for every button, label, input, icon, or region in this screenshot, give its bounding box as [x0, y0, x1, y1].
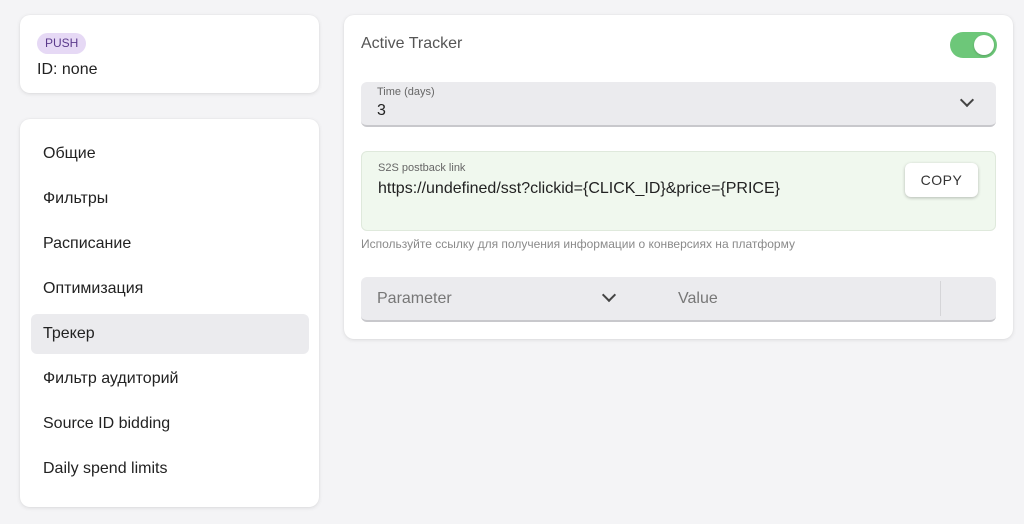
postback-link: https://undefined/sst?clickid={CLICK_ID}… — [378, 180, 780, 197]
nav-list: Общие Фильтры Расписание Оптимизация Тре… — [31, 134, 309, 494]
postback-helper-text: Используйте ссылку для получения информа… — [361, 237, 795, 251]
toggle-knob — [974, 35, 994, 55]
nav-item-general[interactable]: Общие — [31, 134, 309, 174]
campaign-id: ID: none — [37, 61, 98, 78]
push-badge: PUSH — [37, 33, 87, 54]
nav-item-source-id-bidding[interactable]: Source ID bidding — [31, 404, 309, 444]
chevron-down-icon — [959, 92, 975, 108]
chevron-down-icon — [601, 287, 617, 303]
value-input[interactable] — [661, 277, 939, 320]
copy-button[interactable]: COPY — [905, 163, 978, 197]
nav-item-filters[interactable]: Фильтры — [31, 179, 309, 219]
time-days-label: Time (days) — [377, 86, 435, 98]
nav-item-tracker[interactable]: Трекер — [31, 314, 309, 354]
parameter-row: Parameter — [361, 277, 996, 322]
postback-box: S2S postback link https://undefined/sst?… — [361, 151, 996, 231]
campaign-card: PUSH ID: none — [20, 15, 319, 93]
row-divider — [940, 281, 941, 316]
time-days-value: 3 — [377, 102, 386, 119]
postback-label: S2S postback link — [378, 162, 466, 174]
parameter-select[interactable]: Parameter — [361, 277, 631, 320]
time-days-select[interactable]: Time (days) 3 — [361, 82, 996, 127]
active-tracker-toggle[interactable] — [950, 32, 997, 58]
parameter-placeholder: Parameter — [377, 290, 452, 307]
tracker-card: Active Tracker Time (days) 3 S2S postbac… — [344, 15, 1013, 339]
nav-item-optimization[interactable]: Оптимизация — [31, 269, 309, 309]
nav-item-audience-filter[interactable]: Фильтр аудиторий — [31, 359, 309, 399]
nav-item-daily-spend-limits[interactable]: Daily spend limits — [31, 449, 309, 489]
settings-nav: Общие Фильтры Расписание Оптимизация Тре… — [20, 119, 319, 507]
nav-item-schedule[interactable]: Расписание — [31, 224, 309, 264]
tracker-title: Active Tracker — [361, 35, 463, 52]
